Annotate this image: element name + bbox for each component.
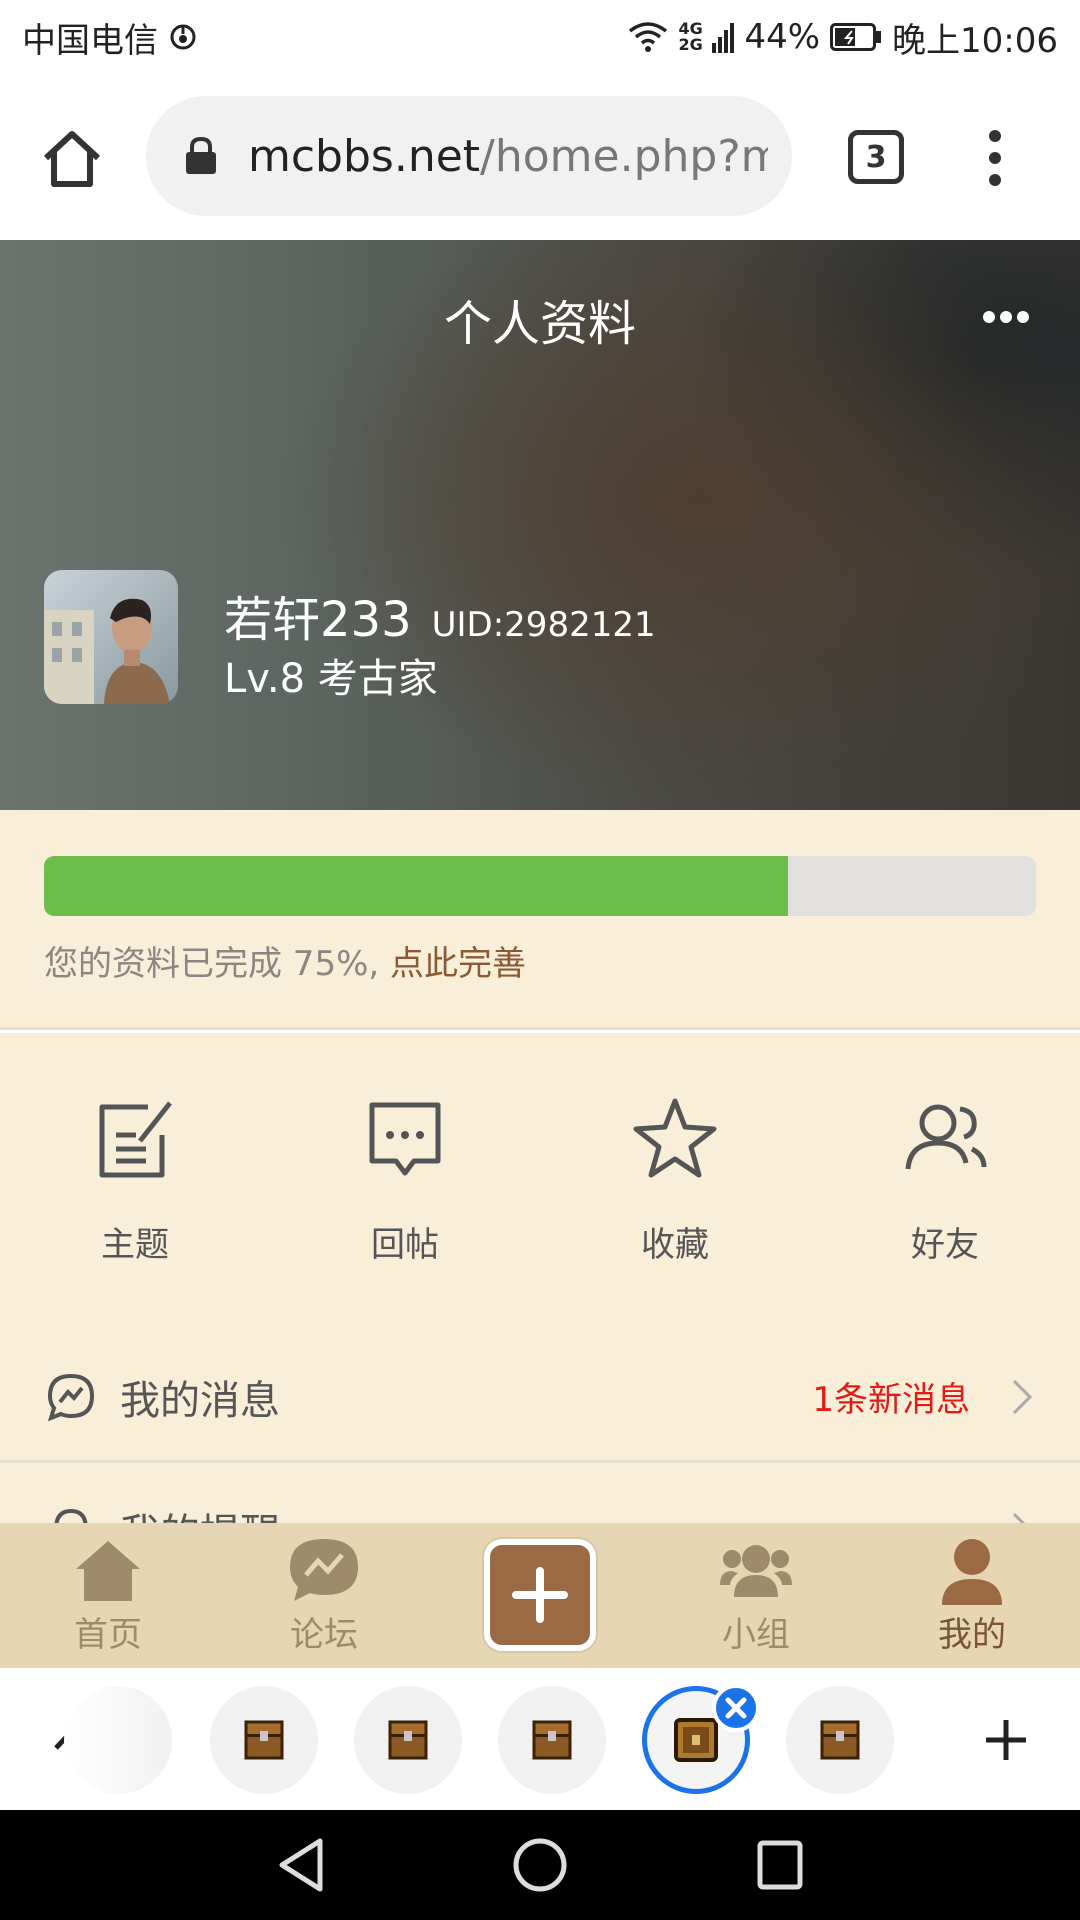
carrier-name: 中国电信	[22, 20, 158, 61]
chest-favicon-icon	[388, 1720, 428, 1760]
plus-icon	[512, 1567, 568, 1623]
nav-forum[interactable]: 论坛	[234, 1523, 414, 1668]
chevron-right-icon	[1012, 1512, 1026, 1523]
url-path: /home.php?m	[480, 130, 768, 182]
chevron-right-icon	[1012, 1379, 1033, 1414]
avatar[interactable]	[44, 570, 178, 704]
back-icon[interactable]	[276, 1837, 326, 1893]
shortcut-favorites[interactable]: 收藏	[575, 1093, 775, 1293]
user-uid: UID:2982121	[431, 605, 656, 645]
nav-groups[interactable]: 小组	[666, 1523, 846, 1668]
bottom-nav: 首页 论坛 小组 我的	[0, 1523, 1080, 1668]
signal-icon	[712, 23, 735, 53]
url-text: mcbbs.net/home.php?m	[248, 131, 768, 182]
tab-thumbnail[interactable]	[354, 1686, 462, 1794]
forum-icon	[290, 1539, 358, 1601]
nav-label: 我的	[938, 1615, 1006, 1655]
shortcut-replies[interactable]: 回帖	[305, 1093, 505, 1293]
group-icon	[720, 1545, 792, 1597]
new-message-badge: 1条新消息	[812, 1380, 970, 1420]
status-bar: 中国电信 4G 2G 44% 晚上10:06	[0, 0, 1080, 74]
profile-header: 个人资料 若轩233 UID:2982121 Lv.8 考古家	[0, 240, 1080, 810]
close-icon	[725, 1697, 747, 1719]
carrier-group: 中国电信	[22, 13, 198, 62]
tab-strip	[0, 1668, 1080, 1810]
menu-list: 我的消息 1条新消息 我的提醒	[0, 1333, 1080, 1523]
nav-me[interactable]: 我的	[882, 1523, 1062, 1668]
home-icon	[76, 1541, 140, 1601]
page-title: 个人资料	[443, 296, 636, 352]
status-right: 4G 2G 44% 晚上10:06	[628, 13, 1058, 62]
home-icon[interactable]	[38, 126, 106, 194]
home-circle-icon[interactable]	[512, 1837, 568, 1893]
nav-label: 小组	[722, 1615, 790, 1655]
user-name-row: 若轩233 UID:2982121	[224, 580, 656, 650]
battery-charging-icon	[830, 23, 882, 51]
chest-favicon-icon	[532, 1720, 572, 1760]
tab-thumbnail[interactable]	[64, 1686, 172, 1794]
tab-thumbnail[interactable]	[498, 1686, 606, 1794]
profile-completion: 您的资料已完成 75%, 点此完善	[0, 810, 1080, 1030]
chest-favicon-icon	[820, 1720, 860, 1760]
clock: 晚上10:06	[892, 20, 1058, 61]
list-item-messages[interactable]: 我的消息 1条新消息	[0, 1333, 1080, 1463]
address-bar[interactable]: mcbbs.net/home.php?m	[146, 96, 792, 216]
more-vert-icon[interactable]	[980, 128, 1010, 188]
users-icon	[905, 1104, 987, 1170]
list-item-label: 我的消息	[120, 1377, 280, 1424]
list-item-reminders[interactable]: 我的提醒	[0, 1466, 1080, 1523]
chest-favicon-icon	[244, 1720, 284, 1760]
shortcut-label: 好友	[911, 1225, 979, 1265]
recents-icon[interactable]	[756, 1837, 804, 1893]
user-icon	[942, 1539, 1002, 1605]
more-horiz-icon[interactable]	[982, 310, 1030, 324]
completion-label: 您的资料已完成 75%,	[44, 944, 390, 984]
new-post-button[interactable]	[484, 1539, 596, 1651]
nav-home[interactable]: 首页	[18, 1523, 198, 1668]
system-nav-bar	[0, 1810, 1080, 1920]
hotspot-icon	[170, 24, 196, 50]
shortcut-label: 回帖	[371, 1225, 439, 1265]
url-host: mcbbs.net	[248, 130, 481, 182]
bell-icon	[54, 1508, 88, 1523]
completion-progress-bar	[44, 856, 1036, 916]
chat-icon	[47, 1373, 95, 1421]
completion-progress-fill	[44, 856, 788, 916]
shortcut-friends[interactable]: 好友	[845, 1093, 1045, 1293]
completion-text: 您的资料已完成 75%, 点此完善	[44, 936, 526, 985]
shortcut-label: 收藏	[641, 1225, 709, 1265]
tab-thumbnail[interactable]	[210, 1686, 318, 1794]
shortcut-grid: 主题 回帖 收藏 好友	[0, 1033, 1080, 1333]
battery-percent: 44%	[744, 17, 821, 57]
edit-note-icon	[99, 1101, 172, 1178]
wifi-icon	[629, 22, 668, 52]
star-icon	[633, 1098, 717, 1178]
nav-label: 首页	[74, 1615, 142, 1655]
username: 若轩233	[224, 592, 412, 648]
lock-icon	[186, 136, 216, 174]
complete-profile-link[interactable]: 点此完善	[390, 944, 526, 984]
shortcut-label: 主题	[101, 1225, 169, 1265]
message-square-icon	[369, 1102, 441, 1176]
tab-thumbnail[interactable]	[786, 1686, 894, 1794]
network-type: 4G 2G	[678, 19, 703, 54]
tab-switcher-button[interactable]: 3	[848, 130, 904, 184]
shortcut-threads[interactable]: 主题	[35, 1093, 235, 1293]
add-tab-icon[interactable]	[982, 1716, 1030, 1764]
user-level: Lv.8 考古家	[224, 656, 438, 702]
nav-label: 论坛	[290, 1615, 358, 1655]
tab-count: 3	[865, 139, 887, 175]
browser-toolbar: mcbbs.net/home.php?m 3	[0, 74, 1080, 240]
chest-favicon-icon	[674, 1718, 718, 1762]
close-tab-button[interactable]	[712, 1684, 760, 1732]
list-item-label: 我的提醒	[120, 1501, 280, 1524]
